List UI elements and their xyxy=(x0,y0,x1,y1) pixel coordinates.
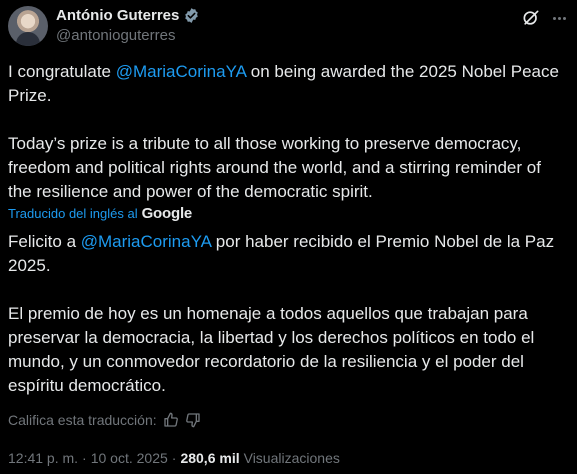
translation-notice-label: Traducido del inglés al xyxy=(8,206,138,221)
grok-icon[interactable] xyxy=(521,8,541,28)
tweet-header: António Guterres @antonioguterres xyxy=(8,4,569,46)
verified-badge-icon xyxy=(185,8,199,23)
thumbs-up-icon[interactable] xyxy=(163,412,179,428)
original-text-prefix: I congratulate xyxy=(8,62,116,81)
tweet-meta: 12:41 p. m. · 10 oct. 2025 · 280,6 mil V… xyxy=(8,450,340,466)
author-handle[interactable]: @antonioguterres xyxy=(56,27,175,44)
translated-paragraph-2: El premio de hoy es un homenaje a todos … xyxy=(8,304,535,395)
rate-translation: Califica esta traducción: xyxy=(8,412,201,428)
views-label: Visualizaciones xyxy=(243,450,340,466)
google-logo: Google xyxy=(141,205,193,222)
separator: · xyxy=(82,450,87,466)
tweet-time[interactable]: 12:41 p. m. xyxy=(8,450,78,466)
original-paragraph-2: Today’s prize is a tribute to all those … xyxy=(8,134,541,201)
author-display-name[interactable]: António Guterres xyxy=(56,7,179,24)
views-count: 280,6 mil xyxy=(180,450,240,466)
separator: · xyxy=(171,450,177,466)
mention-link[interactable]: @MariaCorinaYA xyxy=(116,62,246,81)
thumbs-down-icon[interactable] xyxy=(185,412,201,428)
translated-text-prefix: Felicito a xyxy=(8,232,81,251)
more-options-icon[interactable] xyxy=(549,8,569,28)
original-paragraph-1: I congratulate @MariaCorinaYA on being a… xyxy=(8,60,569,108)
tweet-date[interactable]: 10 oct. 2025 xyxy=(91,450,168,466)
rate-translation-label: Califica esta traducción: xyxy=(8,412,157,428)
mention-link[interactable]: @MariaCorinaYA xyxy=(81,232,211,251)
translated-paragraph-1: Felicito a @MariaCorinaYA por haber reci… xyxy=(8,230,569,278)
avatar[interactable] xyxy=(8,6,48,46)
translation-notice[interactable]: Traducido del inglés al Google xyxy=(8,205,192,222)
author-name-row: António Guterres xyxy=(56,7,200,24)
